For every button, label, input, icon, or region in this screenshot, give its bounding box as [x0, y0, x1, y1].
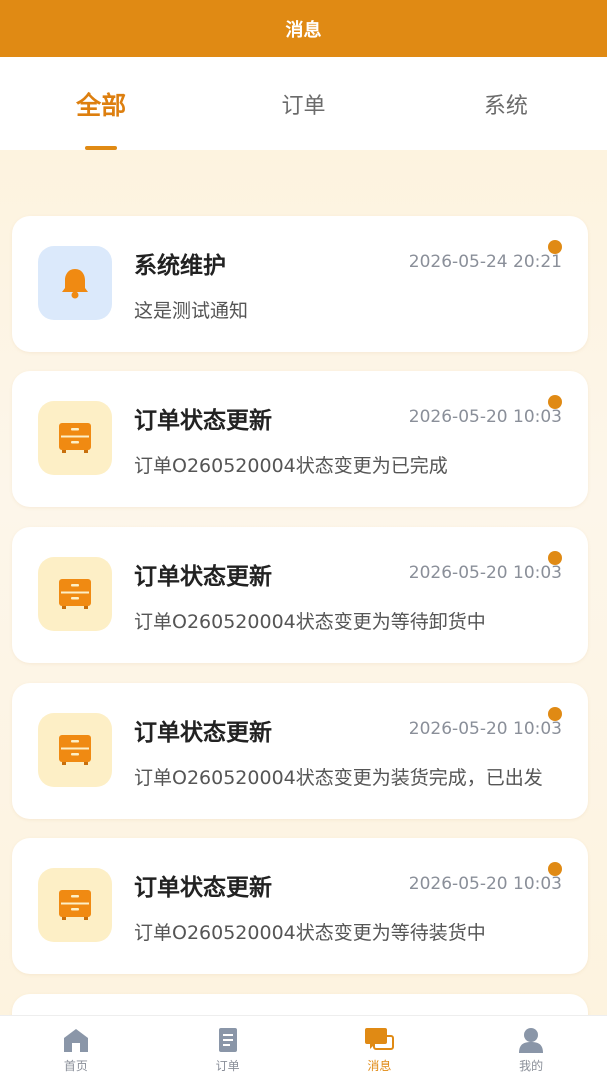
message-body: 这是测试通知: [134, 300, 249, 322]
unread-dot: [548, 551, 562, 565]
message-time: 2026-05-20 10:03: [408, 719, 562, 739]
message-body: 订单O260520004状态变更为等待装货中: [134, 922, 486, 944]
nav-home[interactable]: 首页: [0, 1016, 152, 1080]
tab-label: 系统: [483, 93, 528, 119]
nav-profile[interactable]: 我的: [455, 1016, 607, 1080]
message-time: 2026-05-24 20:21: [408, 252, 562, 272]
message-time: 2026-05-20 10:03: [408, 563, 562, 583]
message-title: 订单状态更新: [134, 875, 272, 901]
message-card[interactable]: 系统维护 2026-05-24 20:21 这是测试通知: [12, 216, 588, 352]
chat-icon: [365, 1027, 395, 1050]
nav-label: 订单: [215, 1058, 240, 1073]
tab-system[interactable]: 系统: [405, 57, 607, 150]
unread-dot: [548, 240, 562, 254]
document-icon: [218, 1027, 237, 1052]
tab-label: 全部: [76, 90, 127, 120]
tab-all[interactable]: 全部: [0, 57, 202, 150]
unread-dot: [548, 707, 562, 721]
tab-orders[interactable]: 订单: [202, 57, 404, 150]
nav-label: 我的: [519, 1058, 544, 1073]
page-title: 消息: [285, 19, 322, 41]
message-card[interactable]: 订单状态更新 2026-05-20 10:03 订单O260520004状态变更…: [12, 838, 588, 974]
nav-label: 首页: [63, 1058, 88, 1073]
bell-icon: [38, 246, 112, 320]
message-card-partial[interactable]: [12, 994, 588, 1015]
message-body: 订单O260520004状态变更为等待卸货中: [134, 611, 486, 633]
message-title: 订单状态更新: [134, 408, 272, 434]
drawer-icon: [38, 713, 112, 787]
tab-label: 订单: [281, 93, 326, 119]
drawer-icon: [38, 557, 112, 631]
user-icon: [519, 1027, 544, 1053]
message-body: 订单O260520004状态变更为已完成: [134, 455, 448, 477]
tab-bar: 全部 订单 系统: [0, 57, 607, 150]
nav-label: 消息: [367, 1058, 392, 1073]
nav-orders[interactable]: 订单: [152, 1016, 304, 1080]
unread-dot: [548, 395, 562, 409]
drawer-icon: [38, 868, 112, 942]
message-card[interactable]: 订单状态更新 2026-05-20 10:03 订单O260520004状态变更…: [12, 683, 588, 819]
message-time: 2026-05-20 10:03: [408, 874, 562, 894]
message-time: 2026-05-20 10:03: [408, 407, 562, 427]
message-body: 订单O260520004状态变更为装货完成，已出发: [134, 767, 543, 789]
message-title: 订单状态更新: [134, 720, 272, 746]
drawer-icon: [38, 401, 112, 475]
message-title: 系统维护: [134, 253, 226, 279]
message-list[interactable]: 系统维护 2026-05-24 20:21 这是测试通知 订单状态更新 2026…: [0, 150, 607, 1015]
bottom-nav: 首页 订单 消息 我的: [0, 1015, 607, 1080]
nav-messages[interactable]: 消息: [304, 1016, 456, 1080]
message-card[interactable]: 订单状态更新 2026-05-20 10:03 订单O260520004状态变更…: [12, 527, 588, 663]
message-card[interactable]: 订单状态更新 2026-05-20 10:03 订单O260520004状态变更…: [12, 371, 588, 507]
message-title: 订单状态更新: [134, 564, 272, 590]
top-bar: 消息: [0, 0, 607, 57]
unread-dot: [548, 862, 562, 876]
home-icon: [63, 1028, 88, 1052]
